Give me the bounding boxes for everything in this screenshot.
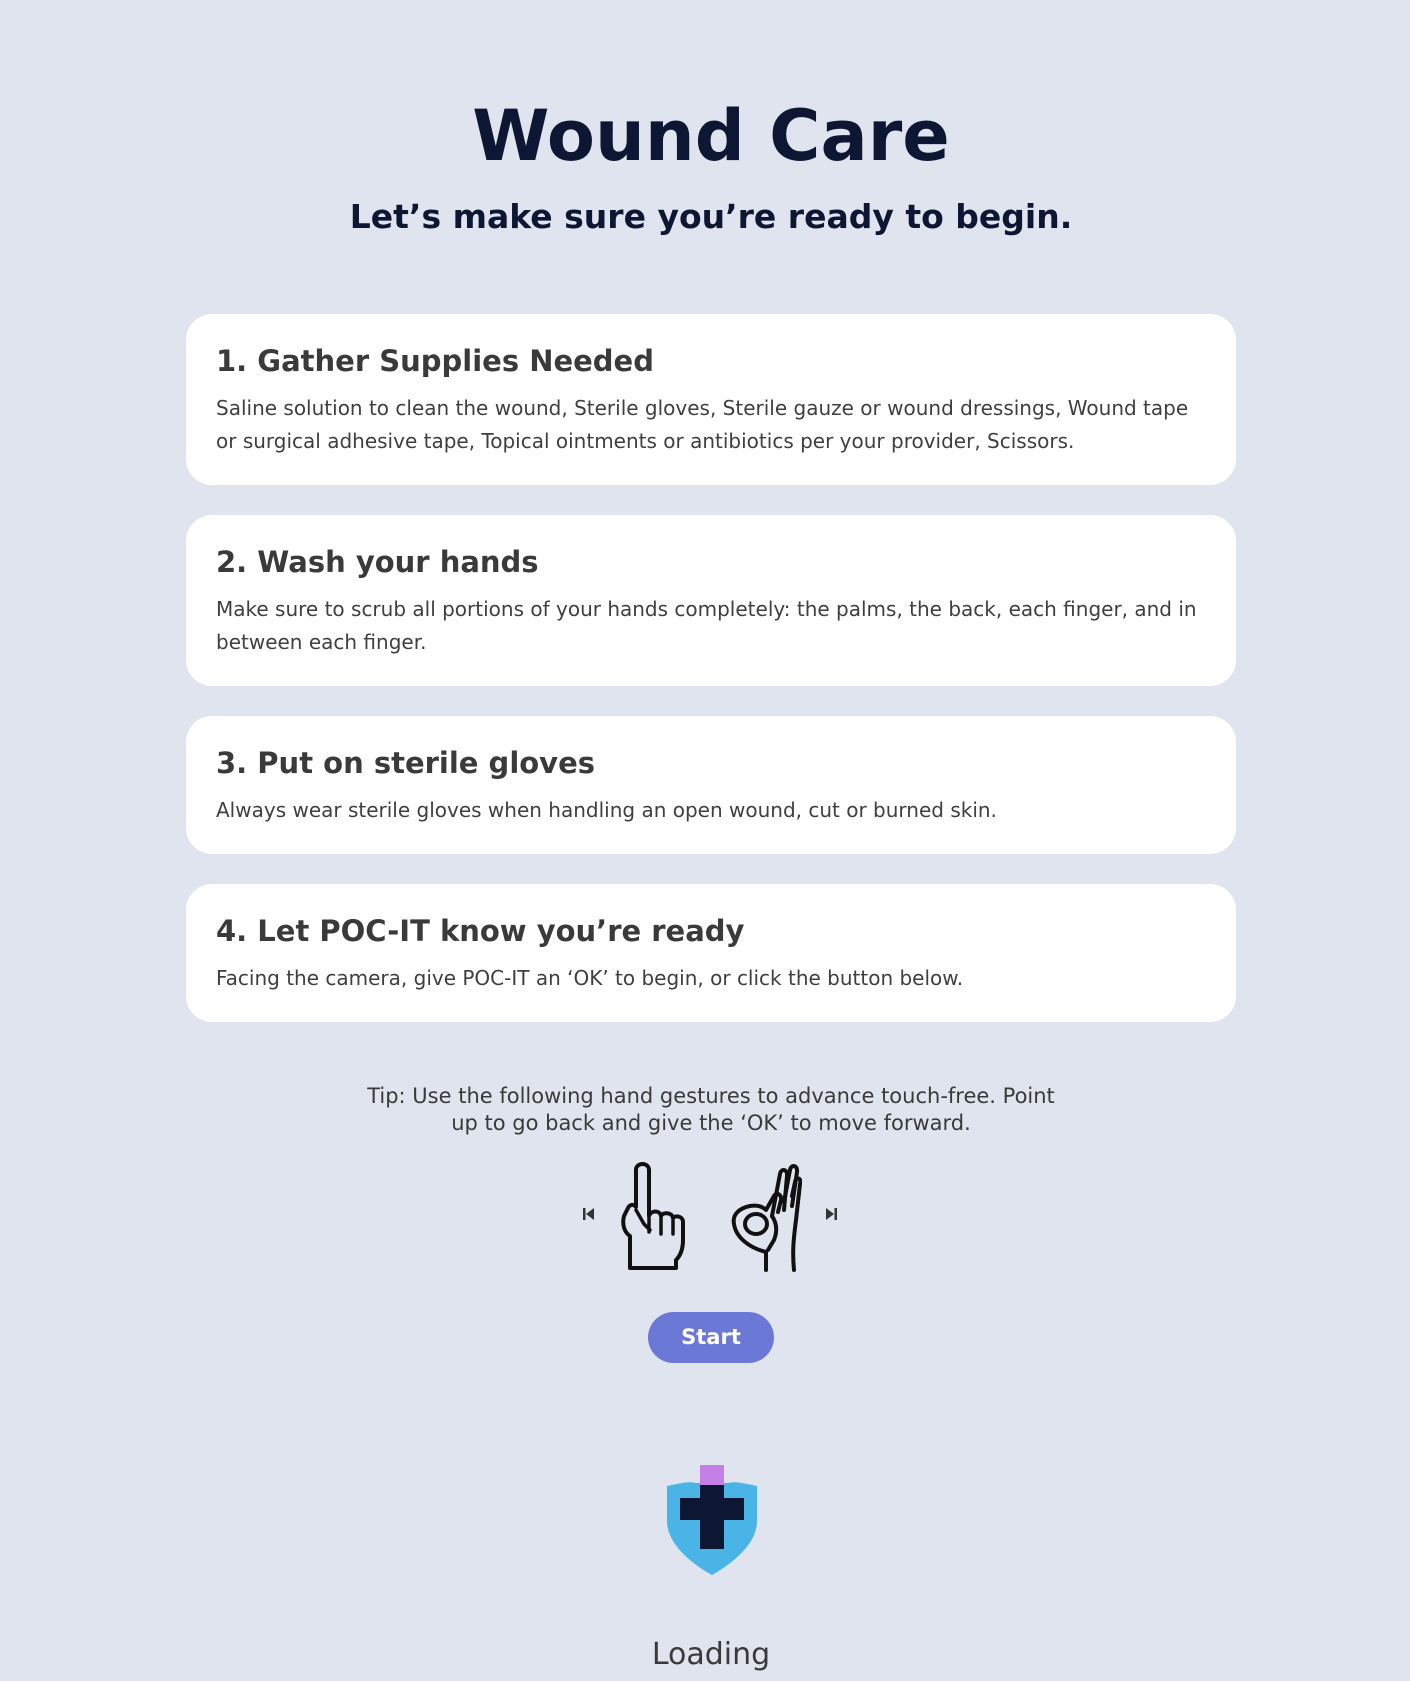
step-card-sterile-gloves: 3. Put on sterile gloves Always wear ste… (186, 716, 1236, 854)
page-title: Wound Care (472, 95, 950, 177)
gesture-guide (578, 1158, 848, 1274)
ok-hand-icon (731, 1164, 802, 1272)
step-description: Facing the camera, give POC-IT an ‘OK’ t… (216, 966, 964, 990)
step-description: Make sure to scrub all portions of your … (216, 597, 1197, 654)
step-description: Saline solution to clean the wound, Ster… (216, 396, 1189, 453)
page-subtitle: Let’s make sure you’re ready to begin. (349, 197, 1073, 236)
step-card-ready: 4. Let POC-IT know you’re ready Facing t… (186, 884, 1236, 1022)
step-title: 3. Put on sterile gloves (216, 746, 596, 780)
point-up-hand-icon (621, 1162, 685, 1270)
step-title: 2. Wash your hands (216, 545, 539, 579)
skip-back-icon[interactable] (581, 1205, 597, 1223)
step-card-gather-supplies: 1. Gather Supplies Needed Saline solutio… (186, 314, 1236, 485)
step-description: Always wear sterile gloves when handling… (216, 798, 997, 822)
medical-shield-cross-icon (667, 1465, 757, 1575)
step-card-wash-hands: 2. Wash your hands Make sure to scrub al… (186, 515, 1236, 686)
loading-text: Loading (651, 1637, 771, 1672)
page: Wound Care Let’s make sure you’re ready … (0, 0, 1410, 1681)
start-button[interactable]: Start (648, 1312, 774, 1363)
skip-forward-icon[interactable] (823, 1205, 839, 1223)
step-title: 1. Gather Supplies Needed (216, 344, 654, 378)
gesture-tip: Tip: Use the following hand gestures to … (367, 1084, 1055, 1135)
step-title: 4. Let POC-IT know you’re ready (216, 914, 745, 948)
